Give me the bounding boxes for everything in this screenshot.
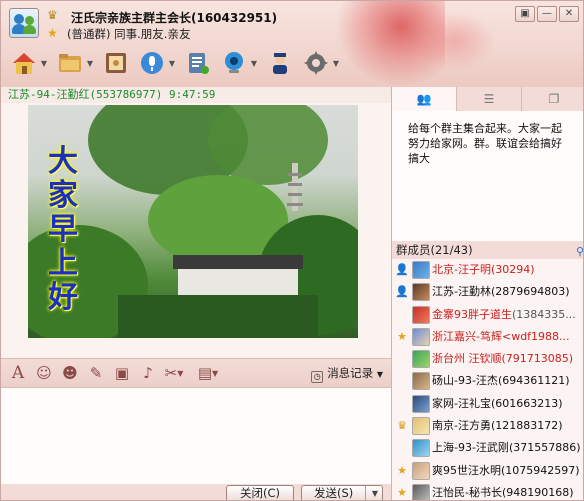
group-avatar[interactable] <box>9 8 39 38</box>
home-icon <box>13 53 35 74</box>
minimize-button[interactable]: — <box>537 6 557 22</box>
list-item[interactable]: 家网-汪礼宝(601663213) <box>392 393 583 415</box>
home-button[interactable]: ▼ <box>7 47 47 79</box>
members-header: 群成员(21/43) ⚲ <box>392 241 583 259</box>
message-area[interactable]: 大家早上好 <box>1 103 391 358</box>
right-panel: 👥 ☰ ❐ 给每个群主集合起来。大家一起努力给家网。群。联谊会给搞好搞大 群成员… <box>391 87 583 500</box>
album-icon <box>106 53 126 73</box>
admin-icon <box>273 53 287 74</box>
image-greeting-text: 大家早上好 <box>48 144 78 315</box>
members-count: 群成员(21/43) <box>396 243 473 257</box>
members-tab-icon: 👥 <box>416 92 432 106</box>
history-button[interactable]: ◷ 消息记录 ▼ <box>311 365 383 383</box>
list-item[interactable]: ★ 爽95世汪水明(1075942597) <box>392 460 583 482</box>
group-announcement: 给每个群主集合起来。大家一起努力给家网。群。联谊会给搞好搞大 <box>392 111 583 241</box>
crown-badge-icon: ♛ <box>397 419 407 433</box>
user-badge-icon: 👤 <box>395 263 409 276</box>
list-item[interactable]: 金寨93胖子道生(1384335... <box>392 304 583 326</box>
admin-button[interactable] <box>263 47 297 79</box>
files-button[interactable]: ▼ <box>53 47 93 79</box>
format-toolbar: A ☺ ☻ ✎ ▣ ♪ ✂ ▼ ▤ ▼ ◷ 消息记录 ▼ <box>1 358 391 388</box>
send-button[interactable]: 发送(S) ▼ <box>301 485 383 500</box>
panel-tabs: 👥 ☰ ❐ <box>392 87 583 111</box>
voice-button[interactable]: ▼ <box>135 47 175 79</box>
list-item[interactable]: 👤 江苏-汪勤林(2879694803) <box>392 281 583 303</box>
edit-icon[interactable]: ✎ <box>85 362 107 384</box>
tab-list[interactable]: ☰ <box>457 87 522 111</box>
settings-icon <box>304 51 328 75</box>
screen-icon[interactable]: ▤ ▼ <box>197 362 219 384</box>
list-item[interactable]: 砀山-93-汪杰(694361121) <box>392 370 583 392</box>
crown-icon: ♛ <box>47 8 58 22</box>
folder-icon <box>59 54 81 72</box>
clock-icon: ◷ <box>311 371 324 383</box>
star-badge-icon: ★ <box>397 485 407 499</box>
star-icon: ★ <box>47 26 58 40</box>
pagoda-shape <box>287 163 303 211</box>
face-icon[interactable]: ☻ <box>59 362 81 384</box>
star-badge-icon: ★ <box>397 329 407 343</box>
close-button[interactable]: 关闭(C) <box>226 485 294 500</box>
image-icon[interactable]: ▣ <box>111 362 133 384</box>
list-item[interactable]: 👤 北京-汪子明(30294) <box>392 259 583 281</box>
group-title: 汪氏宗亲族主群主会长(160432951) <box>71 11 278 25</box>
font-icon[interactable]: A <box>7 362 29 384</box>
list-item[interactable]: ♛ 南京-汪方勇(121883172) <box>392 415 583 437</box>
toolbar: ▼ ▼ ▼ ▼ ▼ <box>7 45 339 81</box>
note-button[interactable] <box>181 47 215 79</box>
window-icon: ❐ <box>548 92 560 106</box>
message-header: 江苏-94-汪勤红(553786977) 9:47:59 <box>1 87 391 103</box>
tab-members[interactable]: 👥 <box>392 87 457 111</box>
list-item[interactable]: 浙台州 汪钦顺(791713085) <box>392 348 583 370</box>
voice-icon <box>141 52 163 74</box>
music-icon[interactable]: ♪ <box>137 362 159 384</box>
window-controls: ▣ — ✕ <box>515 6 579 22</box>
send-options-icon[interactable]: ▼ <box>372 486 378 500</box>
send-label: 发送(S) <box>314 486 354 500</box>
group-subtitle: (普通群) 同事.朋友.亲友 <box>67 27 191 41</box>
tab-window[interactable]: ❐ <box>522 87 583 111</box>
history-label: 消息记录 <box>327 366 374 380</box>
emoji-icon[interactable]: ☺ <box>33 362 55 384</box>
album-button[interactable] <box>99 47 133 79</box>
list-item[interactable]: 上海-93-汪武刚(371557886) <box>392 437 583 459</box>
restore-button[interactable]: ▣ <box>515 6 535 22</box>
title-bar: ♛ ★ 汪氏宗亲族主群主会长(160432951) (普通群) 同事.朋友.亲友… <box>1 1 583 87</box>
webcam-icon <box>225 52 243 73</box>
chat-window: ♛ ★ 汪氏宗亲族主群主会长(160432951) (普通群) 同事.朋友.亲友… <box>0 0 584 501</box>
close-window-button[interactable]: ✕ <box>559 6 579 22</box>
list-icon: ☰ <box>483 92 495 106</box>
settings-button[interactable]: ▼ <box>299 47 339 79</box>
member-list[interactable]: 👤 北京-汪子明(30294) 👤 江苏-汪勤林(2879694803) 金寨9… <box>392 259 583 500</box>
webcam-button[interactable]: ▼ <box>217 47 257 79</box>
list-item[interactable]: ★ 浙江嘉兴-笃辉<wdf1988... <box>392 326 583 348</box>
list-item[interactable]: ★ 汪怡民-秘书长(948190168) <box>392 482 583 500</box>
user-badge-icon: 👤 <box>395 285 409 299</box>
star-badge-icon: ★ <box>397 463 407 477</box>
scissors-icon[interactable]: ✂ ▼ <box>163 362 185 384</box>
title-decoration-2 <box>415 11 495 71</box>
note-icon <box>189 53 209 74</box>
message-input[interactable] <box>1 388 391 484</box>
shared-image[interactable]: 大家早上好 <box>28 105 358 338</box>
